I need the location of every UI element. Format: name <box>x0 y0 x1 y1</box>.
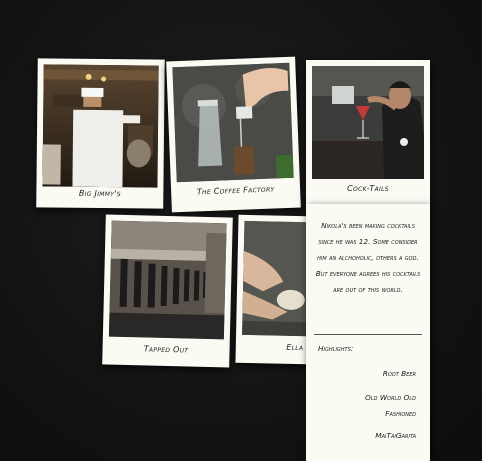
bartender-story: Nikola's been making cocktails since he … <box>315 221 421 294</box>
polaroid-card-coffee-factory[interactable]: The Coffee Factory <box>166 56 301 213</box>
highlight-item: MaiTaiGarita <box>375 431 416 440</box>
pouring-carafe-photo <box>172 62 294 183</box>
highlight-item: Old World Old Fashioned <box>365 393 416 418</box>
polaroid-card-big-jimmys[interactable]: Big Jimmy's <box>36 58 165 209</box>
highlight-item: Root Beer <box>382 369 416 378</box>
card-caption: Tapped Out <box>143 344 189 355</box>
chef-at-bar-photo <box>42 64 159 188</box>
card-caption: Cock-Tails <box>347 184 389 193</box>
highlights-label: Highlights: <box>318 344 354 353</box>
divider <box>314 334 422 335</box>
polaroid-card-cock-tails[interactable]: Cock-Tails <box>306 60 430 208</box>
card-caption: The Coffee Factory <box>196 184 275 197</box>
polaroid-card-tapped-out[interactable]: Tapped Out <box>102 214 233 368</box>
beer-taps-photo <box>108 220 227 340</box>
bartender-straining-cocktail-photo <box>312 66 424 179</box>
card-caption: Big Jimmy's <box>78 188 121 199</box>
cocktail-detail-panel: Nikola's been making cocktails since he … <box>306 204 430 461</box>
